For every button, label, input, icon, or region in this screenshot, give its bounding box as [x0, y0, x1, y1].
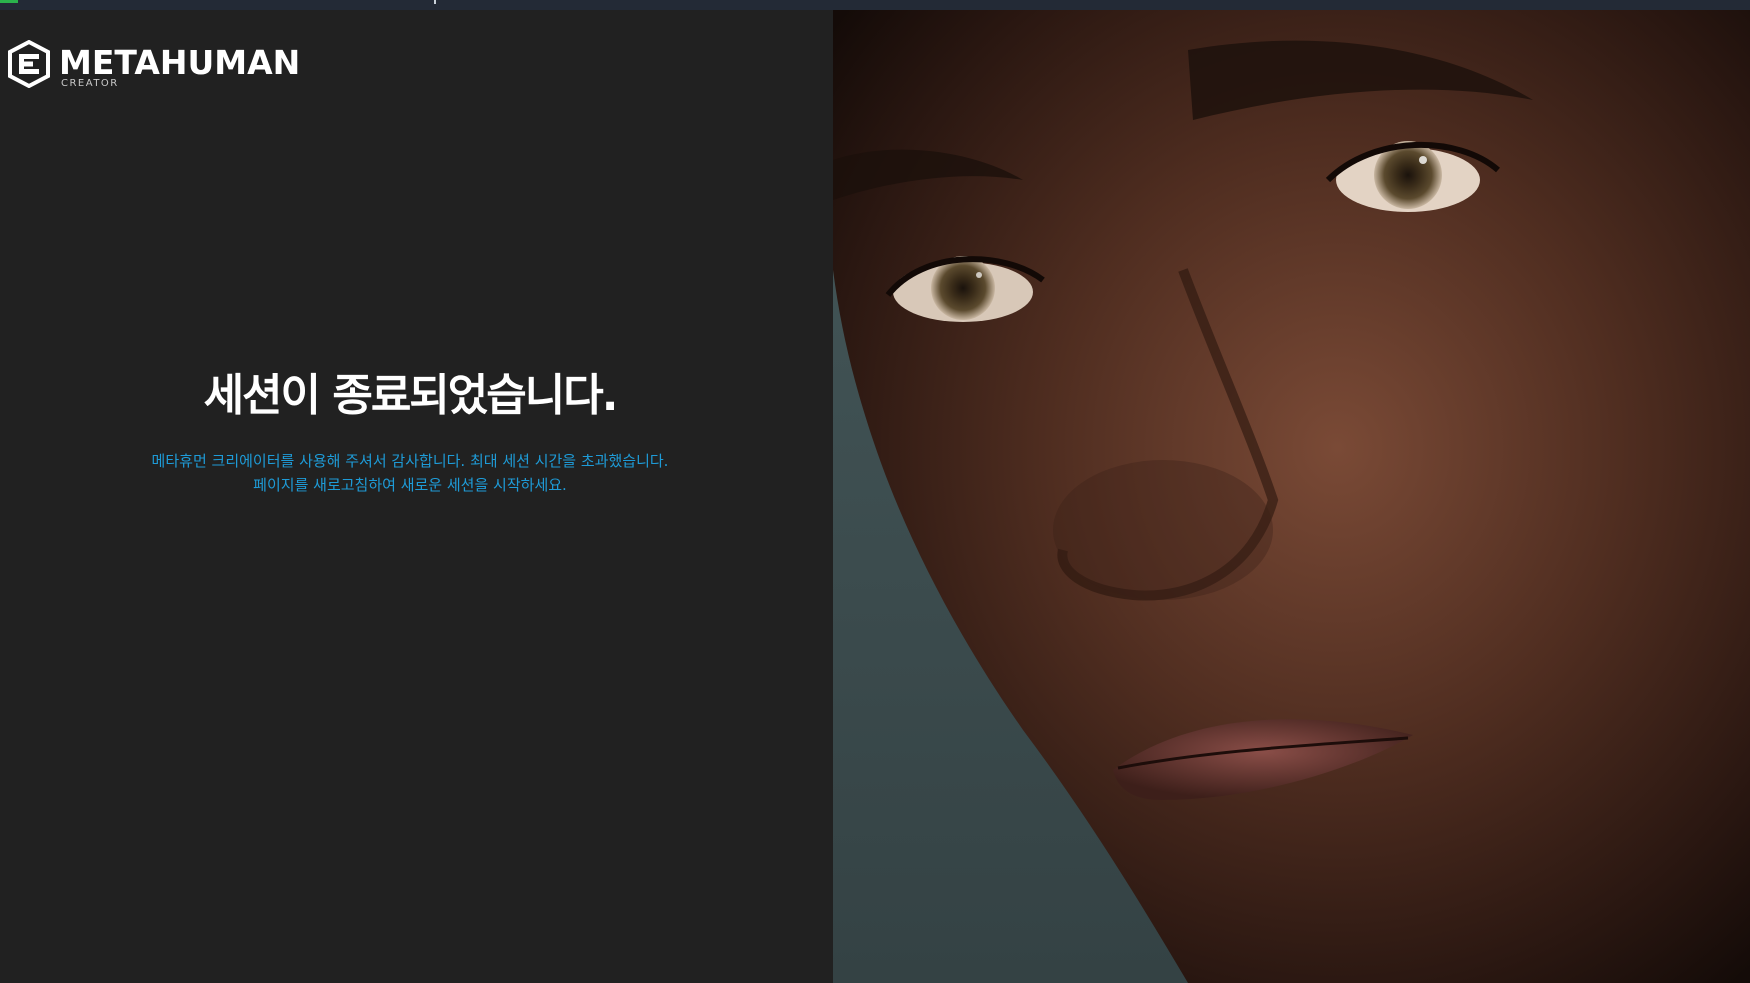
session-ended-message: 세션이 종료되었습니다. 메타휴먼 크리에이터를 사용해 주셔서 감사합니다. …: [0, 370, 820, 497]
hero-portrait-image: [833, 10, 1750, 983]
cursor-tick: [434, 0, 436, 4]
session-description: 메타휴먼 크리에이터를 사용해 주셔서 감사합니다. 최대 세션 시간을 초과했…: [151, 451, 669, 494]
tab-indicator: [0, 0, 18, 3]
logo-subtitle: CREATOR: [61, 78, 119, 89]
page-title: 세션이 종료되었습니다.: [203, 370, 619, 421]
metahuman-logo[interactable]: METAHUMAN CREATOR: [7, 40, 300, 89]
portrait-photo: [833, 10, 1750, 983]
metahuman-logo-icon: [8, 40, 50, 88]
logo-title: METAHUMAN: [59, 43, 301, 82]
browser-top-strip: [0, 0, 1750, 10]
left-panel: METAHUMAN CREATOR 세션이 종료되었습니다. 메타휴먼 크리에이…: [0, 10, 833, 983]
